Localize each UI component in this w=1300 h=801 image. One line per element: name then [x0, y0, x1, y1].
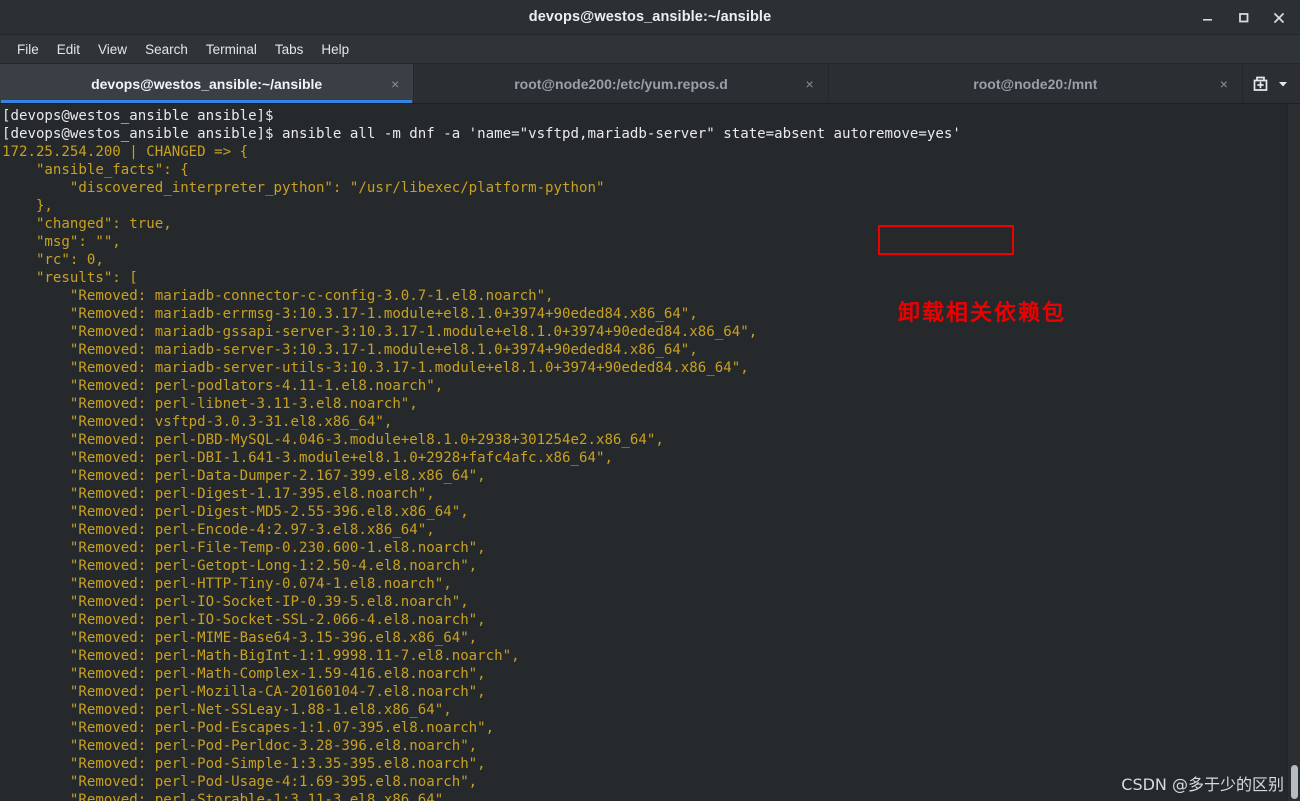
- terminal-line: "Removed: perl-Net-SSLeay-1.88-1.el8.x86…: [2, 702, 452, 718]
- terminal-line: "Removed: perl-Encode-4:2.97-3.el8.x86_6…: [2, 522, 435, 538]
- terminal-line: [devops@westos_ansible ansible]$: [2, 108, 274, 124]
- menu-tabs[interactable]: Tabs: [266, 39, 313, 60]
- tab-label: devops@westos_ansible:~/ansible: [91, 75, 323, 92]
- terminal-line: "Removed: perl-libnet-3.11-3.el8.noarch"…: [2, 396, 418, 412]
- chevron-down-icon[interactable]: [1276, 77, 1290, 91]
- terminal-line: "Removed: perl-Data-Dumper-2.167-399.el8…: [2, 468, 486, 484]
- terminal-line: "Removed: mariadb-errmsg-3:10.3.17-1.mod…: [2, 306, 698, 322]
- terminal-line: "Removed: perl-Pod-Usage-4:1.69-395.el8.…: [2, 774, 478, 790]
- terminal-line: "rc": 0,: [2, 252, 104, 268]
- menu-file[interactable]: File: [8, 39, 48, 60]
- terminal-line: "Removed: perl-Pod-Perldoc-3.28-396.el8.…: [2, 738, 478, 754]
- terminal-line: "ansible_facts": {: [2, 162, 189, 178]
- terminal-line: "Removed: perl-IO-Socket-SSL-2.066-4.el8…: [2, 612, 486, 628]
- terminal-line: "Removed: mariadb-server-utils-3:10.3.17…: [2, 360, 749, 376]
- terminal-text: [devops@westos_ansible ansible]$ [devops@…: [0, 104, 961, 801]
- tab-devops-ansible[interactable]: devops@westos_ansible:~/ansible ×: [0, 64, 415, 103]
- terminal-line: },: [2, 198, 53, 214]
- terminal-line: "Removed: perl-DBD-MySQL-4.046-3.module+…: [2, 432, 664, 448]
- terminal-line: "Removed: perl-MIME-Base64-3.15-396.el8.…: [2, 630, 478, 646]
- terminal-line: "Removed: perl-IO-Socket-IP-0.39-5.el8.n…: [2, 594, 469, 610]
- terminal-line: "Removed: mariadb-gssapi-server-3:10.3.1…: [2, 324, 758, 340]
- tabbar: devops@westos_ansible:~/ansible × root@n…: [0, 64, 1300, 104]
- terminal-line: "Removed: perl-HTTP-Tiny-0.074-1.el8.noa…: [2, 576, 452, 592]
- terminal-line: "Removed: perl-Mozilla-CA-20160104-7.el8…: [2, 684, 486, 700]
- terminal-line: "Removed: mariadb-connector-c-config-3.0…: [2, 288, 554, 304]
- tab-close-icon[interactable]: ×: [1220, 77, 1228, 91]
- minimize-icon[interactable]: [1190, 3, 1224, 33]
- window-controls: [1190, 0, 1296, 35]
- terminal-line: 172.25.254.200 | CHANGED => {: [2, 144, 249, 160]
- terminal-line: "discovered_interpreter_python": "/usr/l…: [2, 180, 605, 196]
- terminal-line: "changed": true,: [2, 216, 172, 232]
- tabbar-actions: [1243, 64, 1300, 103]
- terminal-line: "Removed: perl-Digest-MD5-2.55-396.el8.x…: [2, 504, 469, 520]
- menu-view[interactable]: View: [89, 39, 136, 60]
- terminal-line: "Removed: perl-podlators-4.11-1.el8.noar…: [2, 378, 444, 394]
- menu-terminal[interactable]: Terminal: [197, 39, 266, 60]
- window-title: devops@westos_ansible:~/ansible: [528, 9, 772, 25]
- watermark: CSDN @多于少的区别: [1121, 775, 1284, 794]
- menu-edit[interactable]: Edit: [48, 39, 89, 60]
- terminal-line: "Removed: vsftpd-3.0.3-31.el8.x86_64",: [2, 414, 393, 430]
- terminal-line: "results": [: [2, 270, 138, 286]
- terminal-line: "Removed: perl-Math-Complex-1.59-416.el8…: [2, 666, 486, 682]
- terminal-scrollbar[interactable]: [1287, 104, 1300, 801]
- tab-node200-yum-repos[interactable]: root@node200:/etc/yum.repos.d ×: [414, 64, 829, 103]
- tab-node20-mnt[interactable]: root@node20:/mnt ×: [829, 64, 1243, 103]
- annotation-note: 卸载相关依赖包: [898, 301, 1067, 326]
- terminal-line: "Removed: perl-DBI-1.641-3.module+el8.1.…: [2, 450, 613, 466]
- terminal-output-area[interactable]: [devops@westos_ansible ansible]$ [devops@…: [0, 104, 1300, 801]
- tab-close-icon[interactable]: ×: [391, 77, 399, 91]
- terminal-line: "Removed: perl-Pod-Simple-1:3.35-395.el8…: [2, 756, 486, 772]
- tab-close-icon[interactable]: ×: [805, 77, 813, 91]
- terminal-line: "Removed: mariadb-server-3:10.3.17-1.mod…: [2, 342, 698, 358]
- terminal-line: [devops@westos_ansible ansible]$ ansible…: [2, 126, 961, 142]
- terminal-line: "Removed: perl-Pod-Escapes-1:1.07-395.el…: [2, 720, 495, 736]
- terminal-line: "Removed: perl-Getopt-Long-1:2.50-4.el8.…: [2, 558, 478, 574]
- terminal-line: "Removed: perl-Storable-1:3.11-3.el8.x86…: [2, 792, 452, 801]
- tab-label: root@node200:/etc/yum.repos.d: [514, 75, 728, 92]
- menu-search[interactable]: Search: [136, 39, 197, 60]
- terminal-line: "Removed: perl-Digest-1.17-395.el8.noarc…: [2, 486, 435, 502]
- menubar: File Edit View Search Terminal Tabs Help: [0, 35, 1300, 64]
- maximize-icon[interactable]: [1226, 3, 1260, 33]
- menu-help[interactable]: Help: [312, 39, 358, 60]
- tab-label: root@node20:/mnt: [973, 75, 1098, 92]
- close-icon[interactable]: [1262, 3, 1296, 33]
- new-tab-icon[interactable]: [1251, 74, 1270, 93]
- terminal-window: devops@westos_ansible:~/ansible File Edi…: [0, 0, 1300, 801]
- terminal-line: "Removed: perl-Math-BigInt-1:1.9998.11-7…: [2, 648, 520, 664]
- terminal-line: "msg": "",: [2, 234, 121, 250]
- terminal-line: "Removed: perl-File-Temp-0.230.600-1.el8…: [2, 540, 486, 556]
- titlebar: devops@westos_ansible:~/ansible: [0, 0, 1300, 35]
- scrollbar-thumb[interactable]: [1291, 765, 1298, 799]
